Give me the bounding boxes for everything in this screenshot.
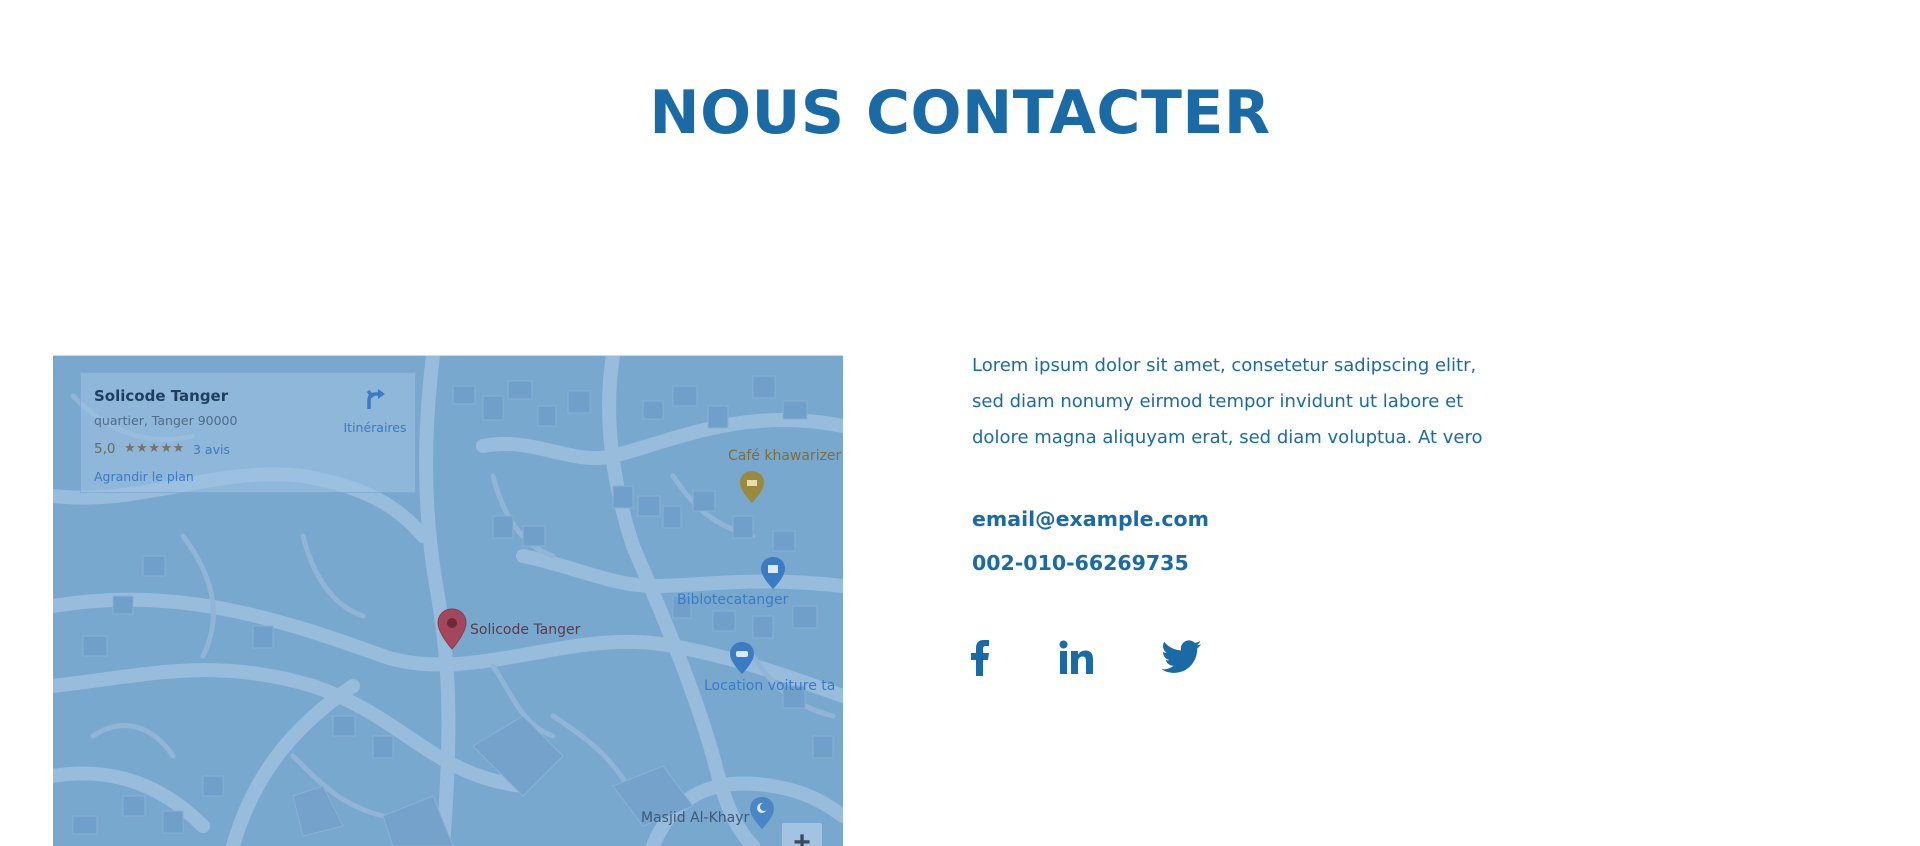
intro-line: Lorem ipsum dolor sit amet, consetetur s… (972, 355, 1477, 376)
pin-label-mosque: Masjid Al-Khayr (641, 810, 750, 826)
directions-label: Itinéraires (343, 420, 407, 435)
contact-intro-text: Lorem ipsum dolor sit amet, consetetur s… (972, 348, 1512, 456)
place-info-card: Solicode Tanger quartier, Tanger 90000 5… (80, 372, 416, 493)
directions-icon (363, 389, 387, 415)
place-name: Solicode Tanger (94, 387, 229, 405)
facebook-icon[interactable] (970, 640, 990, 681)
location-pin-icon[interactable] (437, 608, 467, 655)
pin-label-car-rental: Location voiture ta (704, 678, 836, 694)
reviews-link[interactable]: 3 avis (193, 442, 230, 457)
pin-label-cafe: Café khawarizer (728, 448, 842, 464)
enlarge-map-link[interactable]: Agrandir le plan (94, 469, 194, 484)
mosque-pin-icon[interactable] (749, 796, 775, 835)
intro-line: dolore magna aliquyam erat, sed diam vol… (972, 427, 1483, 448)
email-link[interactable]: email@example.com (972, 507, 1209, 531)
page-title: NOUS CONTACTER (649, 78, 1271, 148)
place-address: quartier, Tanger 90000 (94, 413, 238, 428)
twitter-icon[interactable] (1161, 640, 1202, 679)
car-rental-pin-icon[interactable] (729, 641, 755, 680)
rating-stars: ★★★★★ (124, 440, 185, 455)
phone-number[interactable]: 002-010-66269735 (972, 551, 1189, 575)
map-embed[interactable]: Solicode Tanger quartier, Tanger 90000 5… (53, 355, 843, 846)
linkedin-icon[interactable] (1059, 640, 1093, 679)
library-pin-icon[interactable] (760, 556, 786, 595)
cafe-pin-icon[interactable] (739, 470, 765, 509)
directions-button[interactable]: Itinéraires (335, 387, 415, 435)
pin-label-library: Biblotecatanger (677, 592, 789, 608)
pin-label-main: Solicode Tanger (470, 622, 581, 638)
intro-line: sed diam nonumy eirmod tempor invidunt u… (972, 391, 1464, 412)
zoom-in-button[interactable]: + (782, 823, 822, 846)
place-rating: 5,0 (94, 441, 116, 457)
